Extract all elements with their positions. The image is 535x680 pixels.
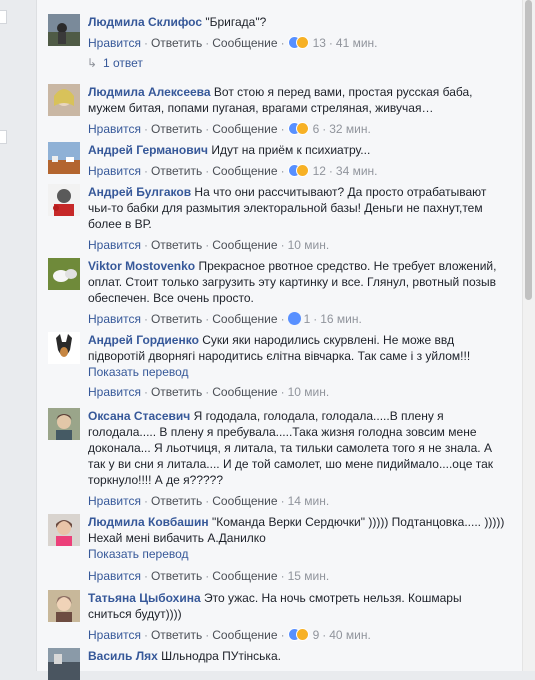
reply-button[interactable]: Ответить <box>151 385 202 399</box>
comment-time[interactable]: 15 мин. <box>288 569 330 583</box>
comment-text: Шльнодра ПУтінська. <box>161 649 281 663</box>
comment-author[interactable]: Татьяна Цыбохина <box>88 591 201 605</box>
reply-button[interactable]: Ответить <box>151 312 202 326</box>
comment-author[interactable]: Андрей Гордиенко <box>88 333 199 347</box>
reply-button[interactable]: Ответить <box>151 628 202 642</box>
left-column <box>0 0 36 671</box>
comment-author[interactable]: Оксана Стасевич <box>88 409 190 423</box>
comment-time[interactable]: 14 мин. <box>288 494 330 508</box>
reply-button[interactable]: Ответить <box>151 36 202 50</box>
message-button[interactable]: Сообщение <box>212 164 277 178</box>
left-card-edge <box>0 130 7 144</box>
like-button[interactable]: Нравится <box>88 494 141 508</box>
reply-button[interactable]: Ответить <box>151 494 202 508</box>
show-translation-link[interactable]: Показать перевод <box>88 364 508 380</box>
reaction-count[interactable]: 12 <box>313 164 326 178</box>
like-button[interactable]: Нравится <box>88 122 141 136</box>
avatar[interactable] <box>48 14 80 46</box>
comment-time[interactable]: 10 мин. <box>288 385 330 399</box>
comment-actions: Нравится · Ответить · Сообщение · 13 · 41 мин. <box>88 36 378 50</box>
comment-author[interactable]: Василь Лях <box>88 649 158 663</box>
like-button[interactable]: Нравится <box>88 385 141 399</box>
message-button[interactable]: Сообщение <box>212 628 277 642</box>
scrollbar[interactable] <box>522 0 535 671</box>
comment-time[interactable]: 32 мин. <box>329 122 371 136</box>
comment-text: Идут на приём к психиатру... <box>211 143 371 157</box>
reaction-count[interactable]: 1 <box>304 312 311 326</box>
reply-button[interactable]: Ответить <box>151 122 202 136</box>
reactions-icon[interactable] <box>287 122 310 136</box>
comment-time[interactable]: 41 мин. <box>336 36 378 50</box>
haha-reaction-icon <box>295 122 309 136</box>
message-button[interactable]: Сообщение <box>212 569 277 583</box>
comment-actions: Нравится · Ответить · Сообщение · 14 мин. <box>88 494 330 508</box>
reactions-icon[interactable] <box>287 164 310 178</box>
like-reaction-icon[interactable] <box>287 312 301 326</box>
comment-author[interactable]: Людмила Алексеева <box>88 85 211 99</box>
comment-text: "Бригада"? <box>205 15 267 29</box>
like-button[interactable]: Нравится <box>88 628 141 642</box>
like-button[interactable]: Нравится <box>88 164 141 178</box>
avatar[interactable] <box>48 84 80 116</box>
avatar[interactable] <box>48 142 80 174</box>
message-button[interactable]: Сообщение <box>212 312 277 326</box>
comment-author[interactable]: Андрей Германович <box>88 143 208 157</box>
comment-author[interactable]: Людмила Ковбашин <box>88 515 209 529</box>
comment-author[interactable]: Андрей Булгаков <box>88 185 191 199</box>
avatar[interactable] <box>48 648 80 680</box>
comment-time[interactable]: 34 мин. <box>336 164 378 178</box>
comment-author[interactable]: Людмила Склифос <box>88 15 202 29</box>
like-button[interactable]: Нравится <box>88 569 141 583</box>
message-button[interactable]: Сообщение <box>212 122 277 136</box>
comment-actions: Нравится · Ответить · Сообщение · 15 мин. <box>88 569 330 583</box>
reaction-count[interactable]: 9 <box>313 628 320 642</box>
message-button[interactable]: Сообщение <box>212 238 277 252</box>
reply-button[interactable]: Ответить <box>151 569 202 583</box>
message-button[interactable]: Сообщение <box>212 385 277 399</box>
left-card-edge <box>0 10 7 24</box>
haha-reaction-icon <box>295 36 309 50</box>
like-button[interactable]: Нравится <box>88 36 141 50</box>
message-button[interactable]: Сообщение <box>212 494 277 508</box>
comment-actions: Нравится · Ответить · Сообщение · 10 мин. <box>88 238 330 252</box>
avatar[interactable] <box>48 184 80 216</box>
reaction-count[interactable]: 13 <box>313 36 326 50</box>
scrollbar-thumb[interactable] <box>525 0 532 300</box>
like-button[interactable]: Нравится <box>88 312 141 326</box>
reply-button[interactable]: Ответить <box>151 238 202 252</box>
comment-actions: Нравится · Ответить · Сообщение · 12 · 34 мин. <box>88 164 378 178</box>
comment-time[interactable]: 16 мин. <box>320 312 362 326</box>
reply-arrow-icon: ↳ <box>87 56 98 70</box>
comment-time[interactable]: 40 мин. <box>329 628 371 642</box>
avatar[interactable] <box>48 514 80 546</box>
haha-reaction-icon <box>295 164 309 178</box>
avatar[interactable] <box>48 258 80 290</box>
show-translation-link[interactable]: Показать перевод <box>88 546 508 562</box>
haha-reaction-icon <box>295 628 309 642</box>
reaction-count[interactable]: 6 <box>313 122 320 136</box>
comment-actions: Нравится · Ответить · Сообщение · 10 мин. <box>88 385 330 399</box>
comment-actions: Нравится · Ответить · Сообщение · 1 · 16 мин. <box>88 312 362 326</box>
reactions-icon[interactable] <box>287 628 310 642</box>
avatar[interactable] <box>48 408 80 440</box>
comment-actions: Нравится · Ответить · Сообщение · 9 · 40 мин. <box>88 628 371 642</box>
reactions-icon[interactable] <box>287 36 310 50</box>
comment-time[interactable]: 10 мин. <box>288 238 330 252</box>
replies-link[interactable]: ↳ 1 ответ <box>87 55 143 71</box>
message-button[interactable]: Сообщение <box>212 36 277 50</box>
avatar[interactable] <box>48 590 80 622</box>
comment-author[interactable]: Viktor Mostovenko <box>88 259 195 273</box>
like-button[interactable]: Нравится <box>88 238 141 252</box>
reply-button[interactable]: Ответить <box>151 164 202 178</box>
comment-actions: Нравится · Ответить · Сообщение · 6 · 32 мин. <box>88 122 371 136</box>
avatar[interactable] <box>48 332 80 364</box>
